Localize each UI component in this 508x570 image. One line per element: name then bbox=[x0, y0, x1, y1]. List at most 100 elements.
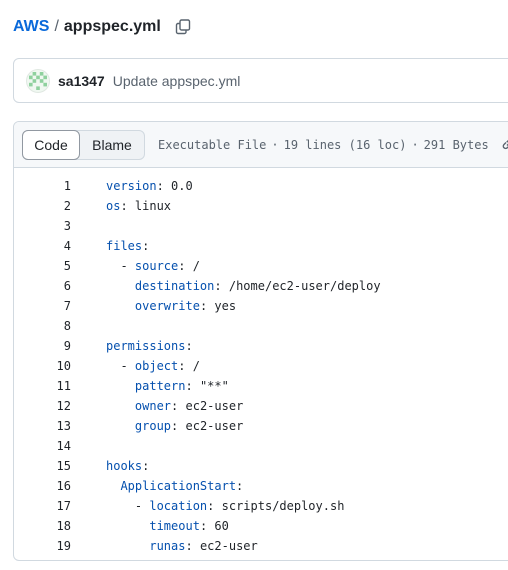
line-number[interactable]: 19 bbox=[14, 536, 71, 556]
yaml-key: files bbox=[106, 239, 143, 253]
yaml-key: location bbox=[149, 499, 208, 513]
file-header: Code Blame Executable File · 19 lines (16 … bbox=[14, 122, 508, 168]
yaml-colon: : bbox=[178, 359, 186, 373]
line-content: owner: ec2-user bbox=[71, 396, 243, 416]
line-number[interactable]: 9 bbox=[14, 336, 71, 356]
code-line: 5 - source: / bbox=[14, 256, 508, 276]
line-content: timeout: 60 bbox=[71, 516, 229, 536]
meta-separator: · bbox=[271, 137, 279, 152]
line-number[interactable]: 11 bbox=[14, 376, 71, 396]
line-number[interactable]: 16 bbox=[14, 476, 71, 496]
breadcrumb-separator: / bbox=[54, 18, 59, 35]
line-content: os: linux bbox=[71, 196, 171, 216]
line-content: permissions: bbox=[71, 336, 193, 356]
yaml-colon: : bbox=[156, 179, 164, 193]
line-number[interactable]: 6 bbox=[14, 276, 71, 296]
line-number[interactable]: 10 bbox=[14, 356, 71, 376]
yaml-value: ec2-user bbox=[192, 539, 258, 553]
indent-text bbox=[106, 539, 149, 553]
line-content: pattern: "**" bbox=[71, 376, 229, 396]
line-number[interactable]: 13 bbox=[14, 416, 71, 436]
code-line: 10 - object: / bbox=[14, 356, 508, 376]
code-line: 4 files: bbox=[14, 236, 508, 256]
file-type: Executable File bbox=[158, 137, 267, 152]
line-number[interactable]: 8 bbox=[14, 316, 71, 336]
indent-text bbox=[106, 399, 135, 413]
yaml-value: scripts/deploy.sh bbox=[214, 499, 345, 513]
yaml-colon: : bbox=[185, 339, 193, 353]
yaml-key: ApplicationStart bbox=[120, 479, 237, 493]
tab-code[interactable]: Code bbox=[22, 129, 80, 160]
code-line: 3 bbox=[14, 216, 508, 236]
yaml-value: ec2-user bbox=[178, 399, 244, 413]
line-content: - location: scripts/deploy.sh bbox=[71, 496, 345, 516]
yaml-value: /home/ec2-user/deploy bbox=[221, 279, 381, 293]
code-line: 19 runas: ec2-user bbox=[14, 536, 508, 556]
line-number[interactable]: 17 bbox=[14, 496, 71, 516]
line-count: 19 lines (16 loc) bbox=[283, 137, 407, 152]
line-content: hooks: bbox=[71, 456, 149, 476]
line-content: version: 0.0 bbox=[71, 176, 193, 196]
copy-path-button[interactable] bbox=[173, 17, 193, 37]
file-viewer: Code Blame Executable File · 19 lines (16 … bbox=[13, 121, 508, 561]
indent-text bbox=[106, 379, 135, 393]
line-content bbox=[71, 316, 106, 336]
line-content: files: bbox=[71, 236, 149, 256]
line-number[interactable]: 4 bbox=[14, 236, 71, 256]
line-number[interactable]: 2 bbox=[14, 196, 71, 216]
indent-text bbox=[106, 479, 120, 493]
indent-text bbox=[106, 419, 135, 433]
code-line: 8 bbox=[14, 316, 508, 336]
yaml-key: hooks bbox=[106, 459, 143, 473]
code-view: 1 version: 0.0 2 os: linux 3 4 files: 5 - sourc… bbox=[14, 168, 508, 556]
yaml-value: ec2-user bbox=[178, 419, 244, 433]
yaml-colon: : bbox=[142, 239, 150, 253]
code-line: 16 ApplicationStart: bbox=[14, 476, 508, 496]
yaml-key: version bbox=[106, 179, 157, 193]
line-content: runas: ec2-user bbox=[71, 536, 258, 556]
latest-commit-bar: sa1347 Update appspec.yml bbox=[13, 58, 508, 103]
copy-icon bbox=[175, 19, 191, 35]
file-info: Executable File · 19 lines (16 loc) · 291 By… bbox=[158, 138, 489, 152]
indent-text: - bbox=[106, 259, 135, 273]
line-number[interactable]: 12 bbox=[14, 396, 71, 416]
yaml-value: 60 bbox=[207, 519, 229, 533]
line-content bbox=[71, 436, 106, 456]
commit-author[interactable]: sa1347 bbox=[58, 73, 105, 89]
yaml-key: permissions bbox=[106, 339, 186, 353]
yaml-colon: : bbox=[178, 259, 186, 273]
yaml-value: "**" bbox=[192, 379, 229, 393]
line-content: overwrite: yes bbox=[71, 296, 236, 316]
copy-permalink-button[interactable] bbox=[500, 136, 508, 157]
yaml-key: timeout bbox=[149, 519, 200, 533]
meta-separator: · bbox=[411, 137, 419, 152]
repo-link[interactable]: AWS bbox=[13, 18, 49, 36]
line-content bbox=[71, 216, 106, 236]
code-line: 1 version: 0.0 bbox=[14, 176, 508, 196]
yaml-key: source bbox=[134, 259, 179, 273]
line-number[interactable]: 1 bbox=[14, 176, 71, 196]
line-number[interactable]: 15 bbox=[14, 456, 71, 476]
yaml-key: pattern bbox=[134, 379, 186, 393]
yaml-value: linux bbox=[127, 199, 172, 213]
line-number[interactable]: 5 bbox=[14, 256, 71, 276]
line-number[interactable]: 7 bbox=[14, 296, 71, 316]
indent-text bbox=[106, 519, 149, 533]
yaml-key: object bbox=[134, 359, 179, 373]
yaml-colon: : bbox=[185, 539, 193, 553]
line-number[interactable]: 18 bbox=[14, 516, 71, 536]
code-line: 17 - location: scripts/deploy.sh bbox=[14, 496, 508, 516]
code-line: 11 pattern: "**" bbox=[14, 376, 508, 396]
line-number[interactable]: 14 bbox=[14, 436, 71, 456]
link-icon bbox=[502, 139, 508, 150]
indent-text: - bbox=[106, 499, 150, 513]
yaml-key: group bbox=[134, 419, 172, 433]
tab-blame[interactable]: Blame bbox=[80, 131, 144, 159]
indent-text bbox=[106, 279, 135, 293]
commit-message[interactable]: Update appspec.yml bbox=[113, 73, 241, 89]
line-number[interactable]: 3 bbox=[14, 216, 71, 236]
code-line: 14 bbox=[14, 436, 508, 456]
yaml-colon: : bbox=[142, 459, 150, 473]
yaml-value: 0.0 bbox=[163, 179, 193, 193]
avatar[interactable] bbox=[26, 68, 50, 93]
